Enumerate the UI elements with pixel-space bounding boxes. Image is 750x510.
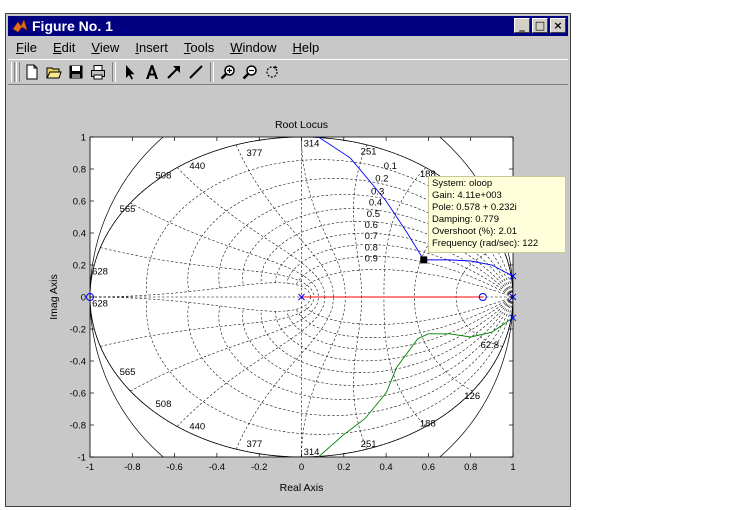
y-tick-label: 0.2 <box>73 261 86 272</box>
frequency-label: 508 <box>156 399 172 410</box>
datatip-frequency: Frequency (rad/sec): 122 <box>432 238 539 249</box>
x-tick-label: -0.8 <box>124 462 140 473</box>
y-axis-label: Imag Axis <box>48 274 60 320</box>
damping-label: 0.8 <box>365 242 378 253</box>
datatip-overshoot: Overshoot (%): 2.01 <box>432 226 518 237</box>
frequency-label: 377 <box>246 148 262 159</box>
damping-label: 0.9 <box>365 254 378 265</box>
frequency-label: 251 <box>361 439 377 450</box>
frequency-label: 628 <box>92 266 108 277</box>
frequency-label: 440 <box>189 422 205 433</box>
damping-label: 0.6 <box>365 220 378 231</box>
x-tick-label: -0.2 <box>251 462 267 473</box>
y-tick-label: -0.6 <box>70 389 86 400</box>
y-tick-label: 0.4 <box>73 229 86 240</box>
frequency-label: 62.8 <box>480 340 499 351</box>
damping-label: 0.4 <box>369 198 382 209</box>
frequency-label: 628 <box>92 298 108 309</box>
damping-label: 0.5 <box>367 209 380 220</box>
x-tick-label: 0.6 <box>422 462 435 473</box>
frequency-label: 565 <box>120 204 136 215</box>
y-tick-label: 0 <box>81 293 86 304</box>
damping-label: 0.7 <box>365 231 378 242</box>
frequency-label: 565 <box>120 367 136 378</box>
x-tick-label: 1 <box>510 462 515 473</box>
damping-label: 0.2 <box>375 174 388 185</box>
x-tick-label: 0.8 <box>464 462 477 473</box>
frequency-label: 314 <box>304 138 320 149</box>
datatip-damping: Damping: 0.779 <box>432 214 500 225</box>
frequency-label: 440 <box>189 161 205 172</box>
y-tick-label: 1 <box>81 133 86 144</box>
frequency-label: 314 <box>304 447 320 458</box>
datatip-gain: Gain: 4.11e+003 <box>432 190 502 201</box>
root-locus-plot[interactable]: -1 -0.8 -0.6 -0.4 -0.2 0 0.2 0.4 0.6 0.8 110.80.60… <box>0 0 750 510</box>
frequency-label: 126 <box>464 391 480 402</box>
y-tick-label: 0.8 <box>73 165 86 176</box>
selected-point-marker <box>420 256 428 264</box>
y-tick-label: -1 <box>78 453 86 464</box>
x-tick-label: 0 <box>299 462 304 473</box>
y-tick-label: 0.6 <box>73 197 86 208</box>
datatip-system: System: oloop <box>432 178 493 189</box>
damping-label: 0.3 <box>371 186 384 197</box>
frequency-label: 377 <box>246 439 262 450</box>
frequency-label: 251 <box>361 146 377 157</box>
frequency-label: 508 <box>156 170 172 181</box>
x-tick-label: -0.4 <box>209 462 225 473</box>
damping-label: 0.1 <box>384 161 397 172</box>
y-tick-label: -0.2 <box>70 325 86 336</box>
chart-title: Root Locus <box>275 119 328 131</box>
data-tip[interactable]: System: oloop Gain: 4.11e+003 Pole: 0.57… <box>428 176 566 253</box>
y-tick-label: -0.8 <box>70 421 86 432</box>
frequency-label: 188 <box>420 418 436 429</box>
x-tick-label: -0.6 <box>166 462 182 473</box>
y-tick-label: -0.4 <box>70 357 86 368</box>
x-tick-label: 0.4 <box>379 462 392 473</box>
datatip-pole: Pole: 0.578 + 0.232i <box>432 202 517 213</box>
x-tick-label: -1 <box>86 462 94 473</box>
x-tick-label: 0.2 <box>337 462 350 473</box>
x-axis-label: Real Axis <box>280 482 324 494</box>
